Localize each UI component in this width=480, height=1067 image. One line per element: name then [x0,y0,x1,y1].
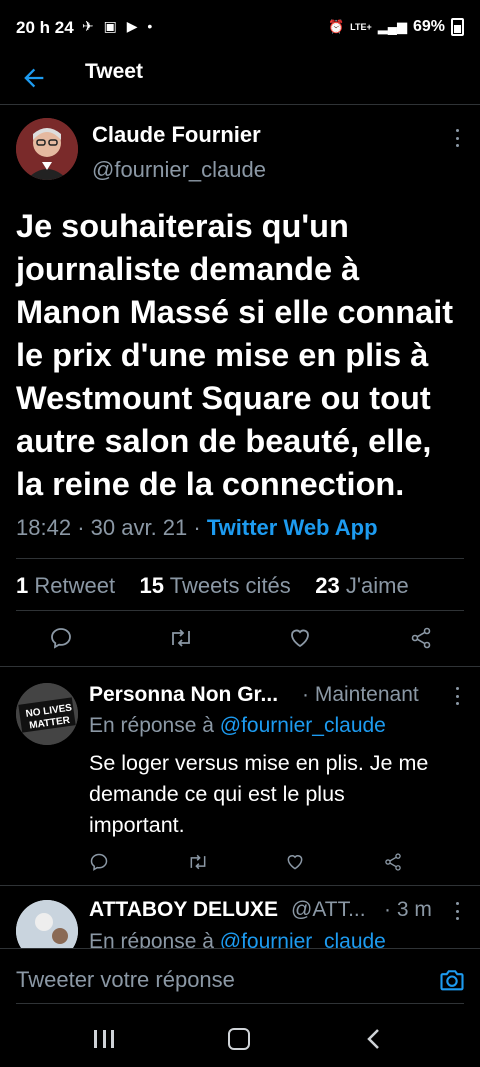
recent-apps-icon[interactable] [94,1030,114,1048]
author-avatar[interactable] [16,118,78,180]
divider [0,666,480,667]
reply-author-name[interactable]: ATTABOY DELUXE [89,898,278,922]
more-options-icon[interactable] [454,687,460,705]
reply-to-line: En réponse à @fournier_claude [89,714,386,738]
battery-icon [451,18,464,36]
reply-actions [89,852,429,874]
reply-time: · 3 m [384,898,432,921]
meta-separator: · [193,515,207,540]
tweet-time: 18:42 [16,515,72,540]
status-right: ⏰ LTE+ ▂▄▆ 69% [328,18,464,36]
like-icon[interactable] [285,852,305,872]
camera-icon[interactable] [438,966,466,994]
retweets-stat[interactable]: 1 Retweet [16,573,115,598]
reply-author-handle[interactable]: @ATT... [291,898,366,922]
notification-icons: ✈ ▣ ▶ • [82,18,156,34]
battery-level: 69% [412,18,445,35]
author-handle[interactable]: @fournier_claude [92,157,266,183]
reply-avatar[interactable]: NO LIVES MATTER [16,683,78,745]
retweet-icon[interactable] [168,626,194,650]
status-bar: 20 h 24 ✈ ▣ ▶ • ⏰ LTE+ ▂▄▆ 69% [0,0,480,56]
reply-to-prefix: En réponse à [89,714,214,737]
retweet-icon[interactable] [187,852,209,872]
reply-to-handle[interactable]: @fournier_claude [220,714,386,737]
divider [0,885,480,886]
tweet-source-link[interactable]: Twitter Web App [207,515,378,540]
reply-icon[interactable] [49,626,73,650]
quotes-stat[interactable]: 15 Tweets cités [140,573,291,598]
share-icon[interactable] [383,852,403,872]
divider [16,1003,464,1004]
signal-icon: ▂▄▆ [377,19,407,34]
meta-separator: · [77,515,91,540]
top-header [0,56,480,105]
share-icon[interactable] [409,626,433,650]
like-icon[interactable] [288,626,312,650]
divider [16,610,464,611]
alarm-icon: ⏰ [327,19,345,34]
avatar-image [16,118,78,180]
more-options-icon[interactable] [454,129,460,147]
avatar-image: NO LIVES MATTER [16,683,78,745]
back-arrow-icon[interactable] [20,64,48,92]
tweet-date: 30 avr. 21 [90,515,188,540]
tweet-meta: 18:42 · 30 avr. 21 · Twitter Web App [16,515,378,541]
likes-stat[interactable]: 23 J'aime [315,573,409,598]
divider [16,558,464,559]
reply-icon[interactable] [89,852,109,872]
reply-text: Se loger versus mise en plis. Je me dema… [89,751,429,837]
system-back-icon[interactable] [364,1028,384,1050]
tweet-actions [0,626,480,654]
more-options-icon[interactable] [454,902,460,920]
reply-compose-input[interactable]: Tweeter votre réponse [16,967,235,993]
author-name[interactable]: Claude Fournier [92,122,261,148]
status-time: 20 h 24 [16,18,74,37]
reply-time: · Maintenant [302,683,419,706]
page-title: Tweet [85,60,143,83]
home-icon[interactable] [228,1028,250,1050]
reply-author-name[interactable]: Personna Non Gr... [89,683,278,707]
network-label: LTE+ [350,22,372,32]
tweet-stats: 1 Retweet 15 Tweets cités 23 J'aime [16,573,409,599]
tweet-text: Je souhaiterais qu'un journaliste demand… [16,208,454,502]
